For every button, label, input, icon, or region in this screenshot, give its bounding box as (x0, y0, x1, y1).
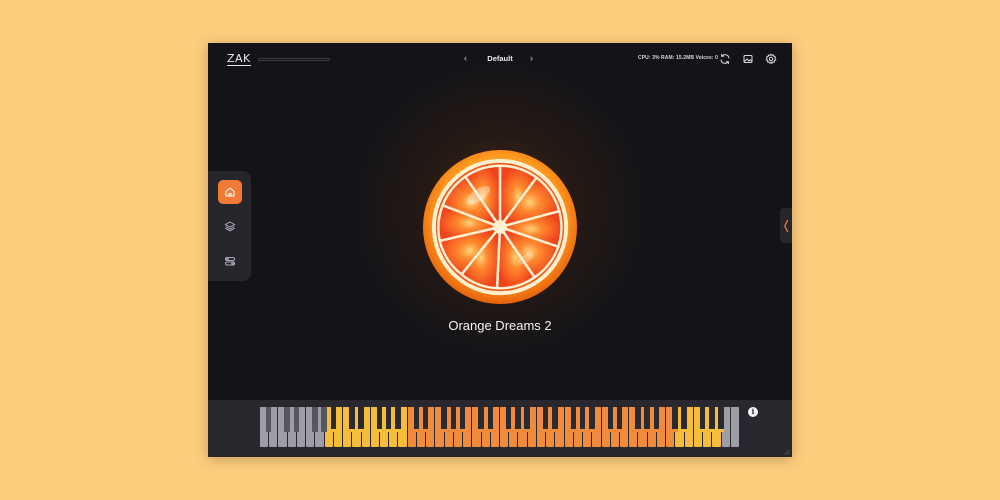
black-key[interactable] (385, 407, 392, 432)
toggles-icon (225, 257, 235, 266)
refresh-icon[interactable] (719, 53, 731, 65)
black-key[interactable] (284, 407, 290, 432)
info-icon[interactable]: i (748, 407, 758, 417)
home-icon (225, 187, 235, 197)
black-key[interactable] (293, 407, 300, 432)
black-key[interactable] (505, 407, 512, 432)
piano-keyboard[interactable] (260, 407, 740, 447)
white-key[interactable] (730, 407, 739, 447)
layers-button[interactable] (218, 214, 242, 238)
black-key[interactable] (681, 407, 687, 432)
black-key[interactable] (653, 407, 660, 432)
black-key[interactable] (395, 407, 401, 432)
black-key[interactable] (478, 407, 484, 432)
layers-icon (224, 221, 236, 232)
black-key[interactable] (672, 407, 678, 432)
black-key[interactable] (644, 407, 650, 432)
right-panel-toggle[interactable] (780, 208, 792, 243)
black-key[interactable] (699, 407, 706, 432)
resize-grip-icon[interactable] (784, 449, 790, 455)
black-key[interactable] (349, 407, 355, 432)
keyboard-bar: i (208, 400, 792, 457)
brand-logo: ZAK (227, 52, 251, 66)
home-button[interactable] (218, 180, 242, 204)
black-key[interactable] (607, 407, 614, 432)
image-icon[interactable] (742, 53, 754, 65)
app-window: ZAK ‹ Default › CPU: 3% RAM: 15.2MB Voic… (208, 43, 792, 457)
loading-progress-bar (258, 58, 330, 61)
controls-button[interactable] (218, 249, 242, 273)
black-key[interactable] (709, 407, 715, 432)
black-key[interactable] (422, 407, 429, 432)
black-key[interactable] (524, 407, 530, 432)
performance-stats: CPU: 3% RAM: 15.2MB Voices: 0 (638, 55, 719, 61)
black-key[interactable] (450, 407, 457, 432)
previous-preset-button[interactable]: ‹ (464, 53, 467, 63)
black-key[interactable] (376, 407, 383, 432)
black-key[interactable] (542, 407, 549, 432)
chevron-left-icon (784, 219, 789, 232)
black-key[interactable] (589, 407, 595, 432)
orange-slice-artwork (421, 148, 579, 306)
black-key[interactable] (321, 407, 327, 432)
black-key[interactable] (616, 407, 623, 432)
black-key[interactable] (330, 407, 337, 432)
black-key[interactable] (413, 407, 420, 432)
gear-icon[interactable] (765, 53, 777, 65)
black-key[interactable] (515, 407, 521, 432)
black-key[interactable] (579, 407, 586, 432)
black-key[interactable] (265, 407, 272, 432)
black-key[interactable] (635, 407, 641, 432)
black-key[interactable] (312, 407, 318, 432)
black-key[interactable] (459, 407, 466, 432)
black-key[interactable] (570, 407, 577, 432)
black-key[interactable] (718, 407, 724, 432)
black-key[interactable] (552, 407, 558, 432)
black-key[interactable] (358, 407, 364, 432)
preset-title: Orange Dreams 2 (448, 318, 552, 333)
side-navigation (208, 171, 251, 281)
black-key[interactable] (441, 407, 447, 432)
black-key[interactable] (487, 407, 494, 432)
